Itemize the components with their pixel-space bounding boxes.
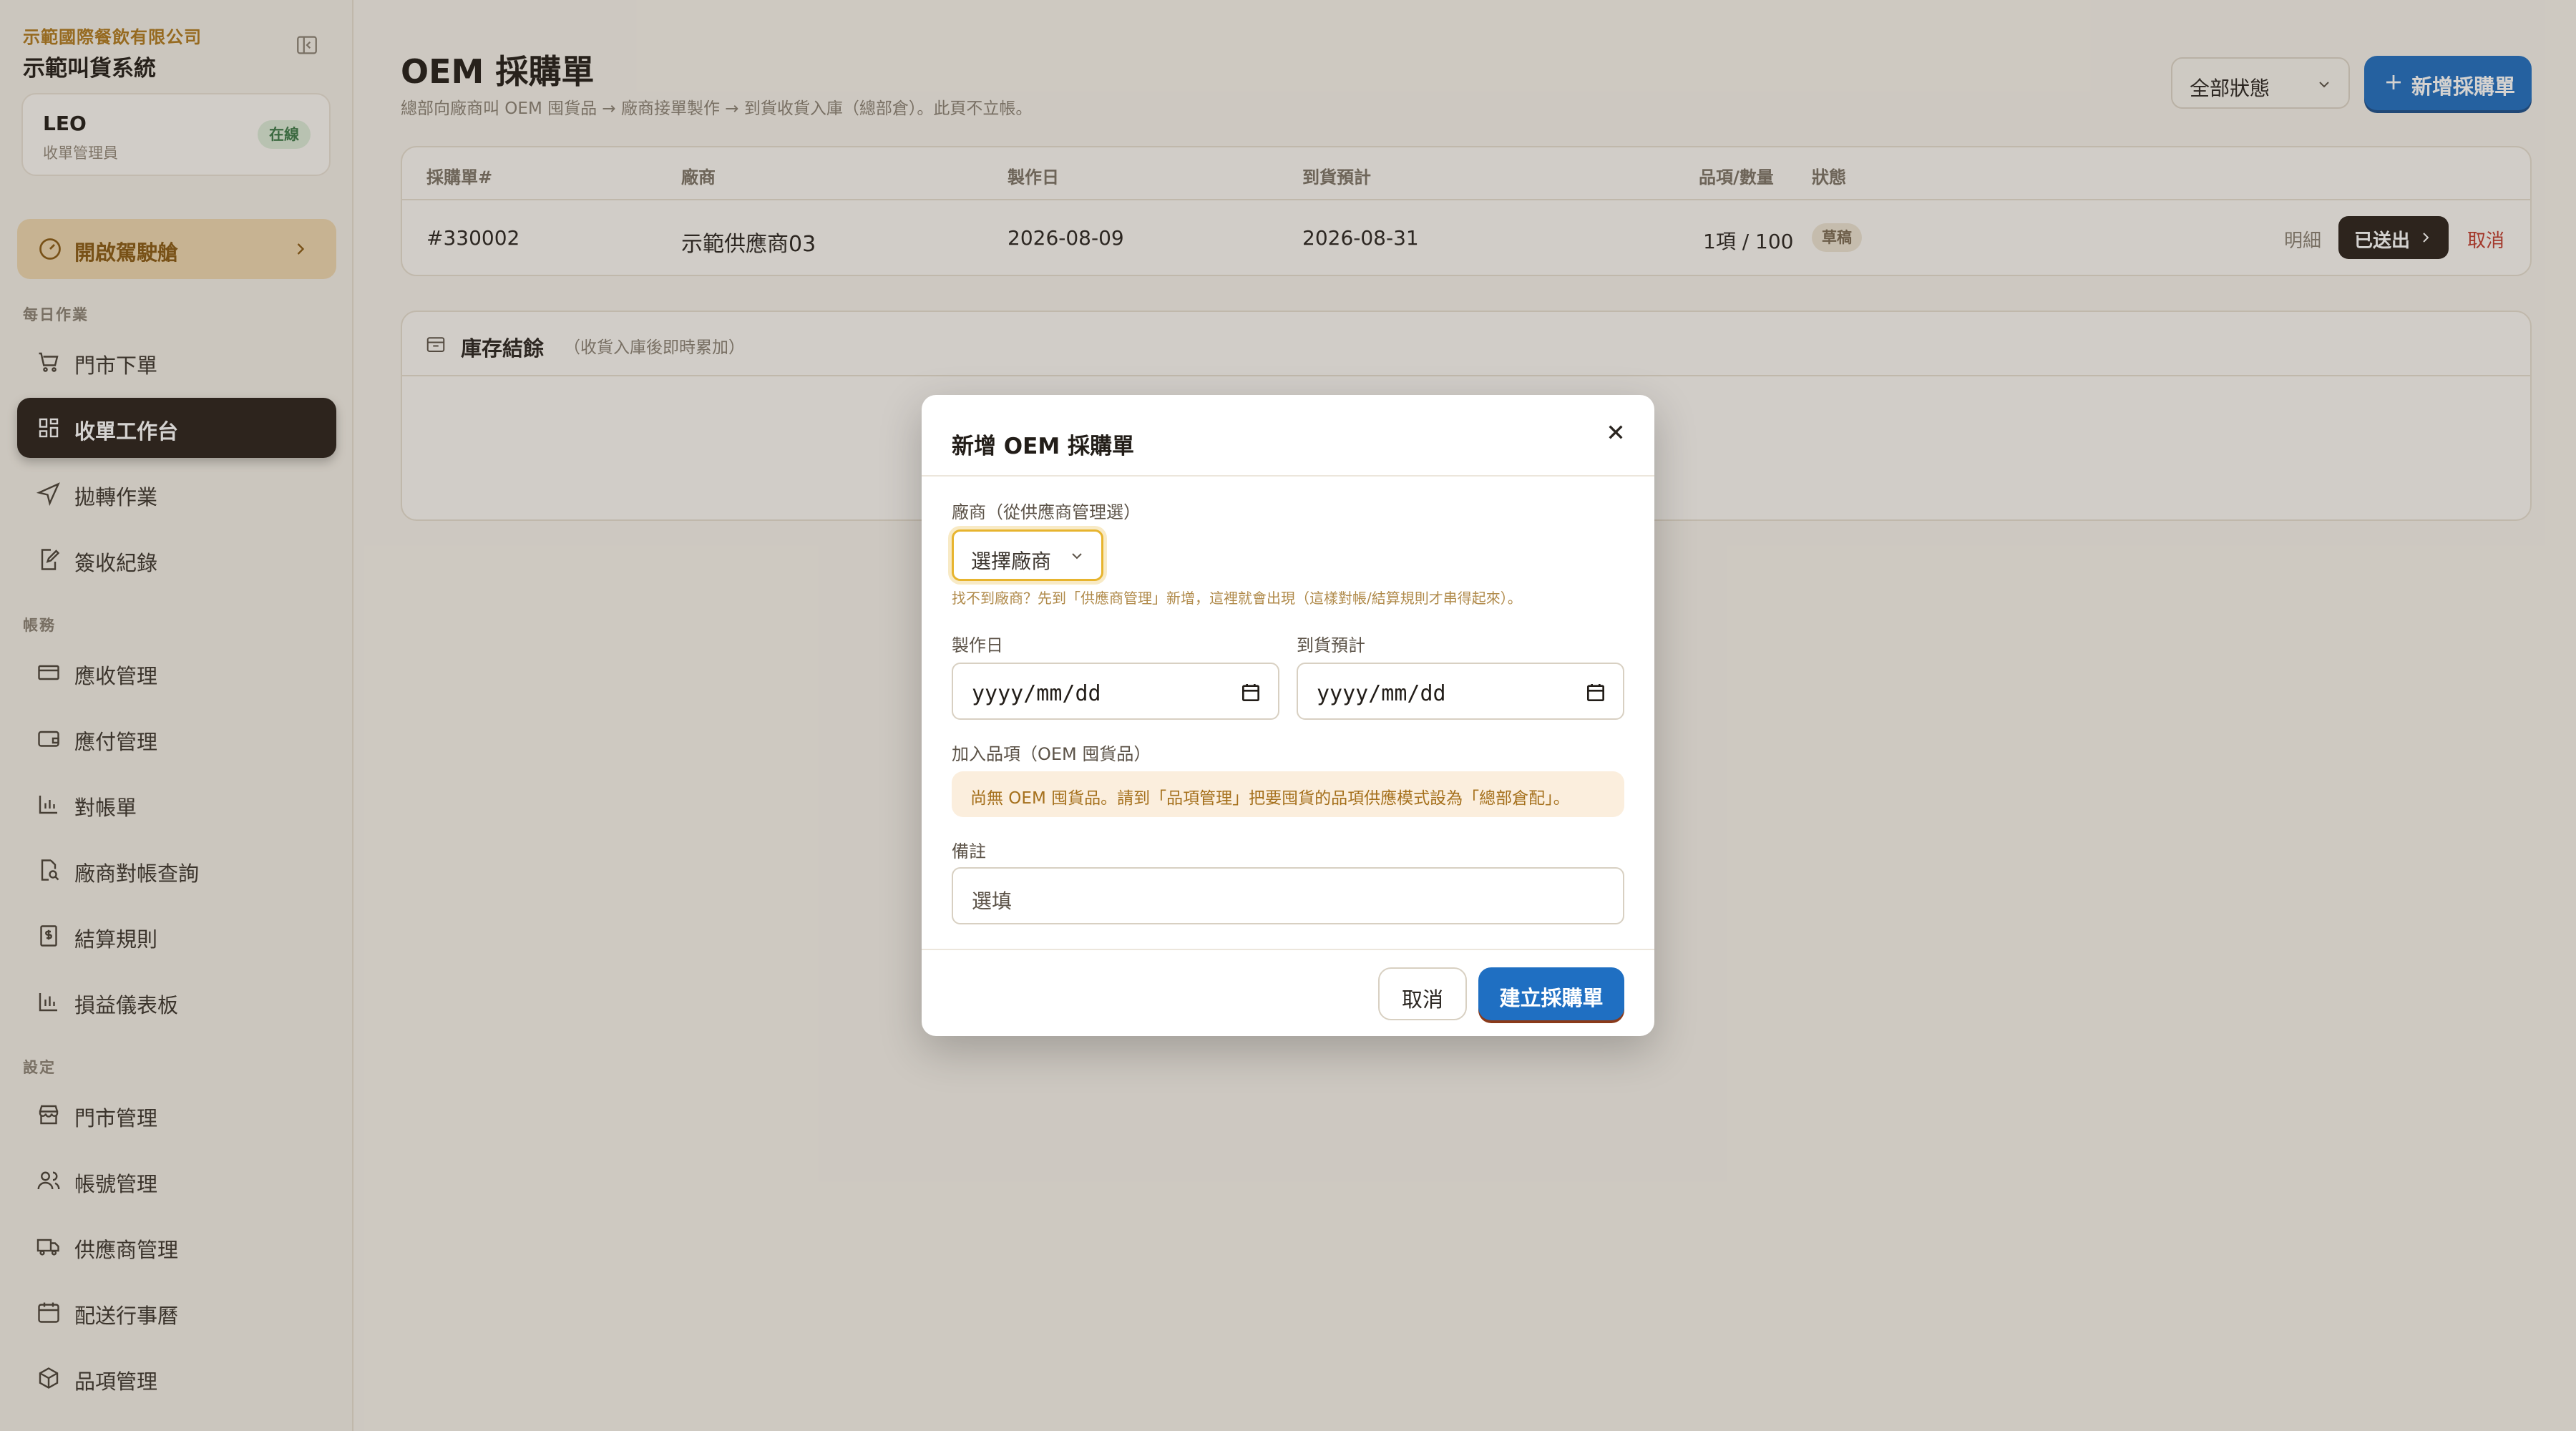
notes-input[interactable]: 選填	[952, 867, 1624, 924]
notes-label: 備註	[952, 841, 986, 861]
supplier-label: 廠商（從供應商管理選）	[952, 502, 1141, 522]
items-label: 加入品項（OEM 囤貨品）	[952, 744, 1151, 764]
eta-date-value: yyyy/mm/dd	[1317, 681, 1446, 706]
notes-placeholder: 選填	[972, 889, 1013, 913]
calendar-icon[interactable]	[1584, 681, 1607, 704]
supplier-hint: 找不到廠商？先到「供應商管理」新增，這裡就會出現（這樣對帳/結算規則才串得起來）…	[952, 590, 1522, 607]
create-po-button[interactable]: 建立採購單	[1478, 967, 1624, 1020]
chevron-down-icon	[1068, 547, 1085, 565]
supplier-select[interactable]: 選擇廠商	[952, 529, 1103, 581]
new-oem-po-modal: 新增 OEM 採購單 廠商（從供應商管理選） 選擇廠商 找不到廠商？先到「供應商…	[922, 395, 1654, 1036]
oem-items-notice-text: 尚無 OEM 囤貨品。請到「品項管理」把要囤貨的品項供應模式設為「總部倉配」。	[970, 789, 1570, 808]
modal-header: 新增 OEM 採購單	[922, 395, 1654, 477]
cancel-button-label: 取消	[1401, 987, 1443, 1012]
made-date-input[interactable]: yyyy/mm/dd	[952, 663, 1279, 720]
eta-date-input[interactable]: yyyy/mm/dd	[1297, 663, 1624, 720]
eta-label: 到貨預計	[1297, 635, 1365, 655]
oem-items-notice: 尚無 OEM 囤貨品。請到「品項管理」把要囤貨的品項供應模式設為「總部倉配」。	[952, 771, 1624, 817]
modal-title: 新增 OEM 採購單	[952, 434, 1134, 459]
cancel-button[interactable]: 取消	[1378, 967, 1467, 1020]
supplier-select-value: 選擇廠商	[971, 550, 1052, 573]
made-date-label: 製作日	[952, 635, 1003, 655]
create-po-button-label: 建立採購單	[1499, 986, 1604, 1010]
calendar-icon[interactable]	[1239, 681, 1262, 704]
close-icon[interactable]	[1601, 418, 1630, 446]
made-date-value: yyyy/mm/dd	[972, 681, 1101, 706]
modal-footer-divider	[922, 949, 1654, 950]
